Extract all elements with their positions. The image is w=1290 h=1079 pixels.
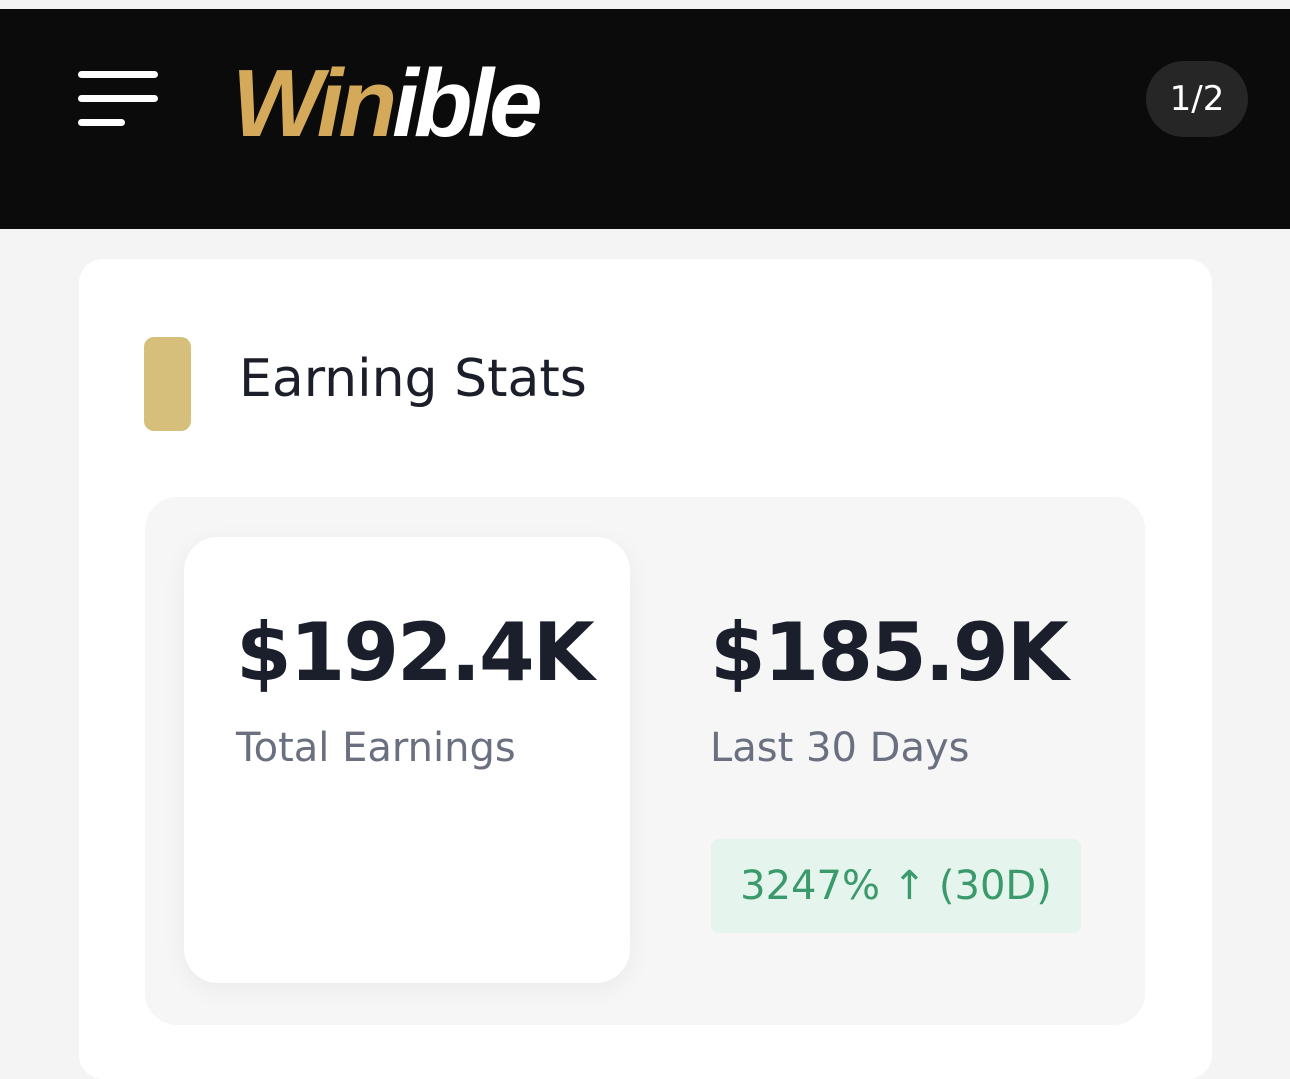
logo-part-white: ible <box>392 50 542 157</box>
hamburger-menu-icon[interactable] <box>78 71 158 141</box>
menu-bar-top <box>78 71 158 78</box>
card-title: Earning Stats <box>239 349 587 409</box>
growth-badge: 3247% ↑ (30D) <box>711 839 1081 933</box>
last-30-days-value: $185.9K <box>710 606 1069 699</box>
total-earnings-value: $192.4K <box>236 606 595 699</box>
app-header: Winible 1/2 <box>0 9 1290 229</box>
status-strip <box>0 0 1290 9</box>
total-earnings-label: Total Earnings <box>236 725 516 771</box>
total-earnings-tile[interactable]: $192.4K Total Earnings <box>184 537 630 983</box>
menu-bar-bottom <box>78 119 125 126</box>
menu-bar-middle <box>78 95 158 102</box>
last-30-days-label: Last 30 Days <box>710 725 970 771</box>
earning-stats-card: Earning Stats $192.4K Total Earnings $18… <box>79 259 1212 1079</box>
logo-part-gold: Win <box>232 50 397 157</box>
title-accent-bar <box>144 337 191 431</box>
stats-panel: $192.4K Total Earnings $185.9K Last 30 D… <box>145 497 1145 1025</box>
winible-logo[interactable]: Winible <box>232 49 542 159</box>
page-indicator-badge: 1/2 <box>1146 61 1248 137</box>
